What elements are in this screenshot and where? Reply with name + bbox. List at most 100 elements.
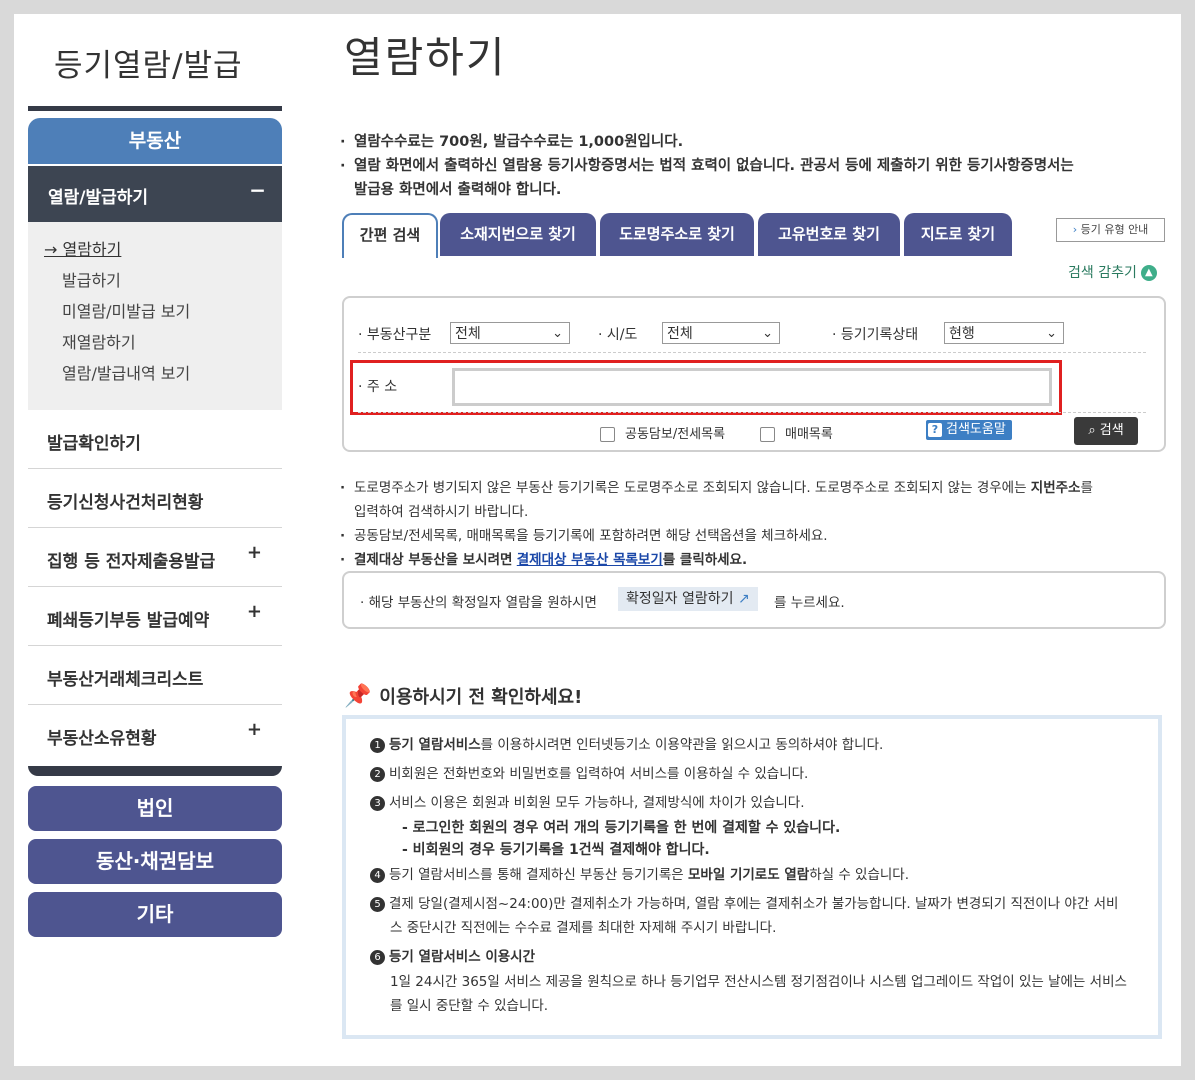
region-label: · 시/도 [598,327,638,343]
address-input[interactable] [452,368,1052,406]
divider [358,352,1146,353]
fixed-date-box: · 해당 부동산의 확정일자 열람을 원하시면 확정일자 열람하기 ↗ 를 누르… [342,571,1166,629]
sidebar-menu-label: 폐쇄등기부등 발급예약 [47,611,210,631]
property-type-select[interactable]: 전체 ⌄ [450,322,570,344]
sidebar-menu-ownership[interactable]: 부동산소유현황 + [28,705,282,763]
sale-list-checkbox[interactable]: 매매목록 [760,423,833,442]
legal-note-cont: 발급용 화면에서 출력해야 합니다. [354,182,562,198]
chevron-down-icon: ⌄ [552,326,563,341]
sidebar-bottom-bar [28,766,282,776]
sidebar-title: 등기열람/발급 [54,48,243,84]
record-status-label: · 등기기록상태 [832,327,919,343]
address-label: · 주 소 [358,379,398,395]
road-address-note-cont: 입력하여 검색하시기 바랍니다. [354,504,529,520]
info-line-5: 5 결제 당일(결제시점~24:00)만 결제취소가 가능하며, 열람 후에는 결… [370,892,1118,912]
chevron-up-icon: ▲ [1140,265,1157,281]
checkbox-icon [760,427,775,442]
sidebar-item-issue[interactable]: 발급하기 [62,267,121,291]
tab-road-address[interactable]: 도로명주소로 찾기 [600,213,754,256]
fee-note: 열람수수료는 700원, 발급수수료는 1,000원입니다. [340,130,1140,154]
number-6-icon: 6 [370,949,385,965]
info-line-2: 2 비회원은 전화번호와 비밀번호를 입력하여 서비스를 이용하실 수 있습니다. [370,762,808,782]
search-button[interactable]: ⌕ 검색 [1074,417,1138,445]
sidebar-item-history[interactable]: 열람/발급내역 보기 [62,360,190,384]
tab-map[interactable]: 지도로 찾기 [904,213,1012,256]
divider [358,412,1146,413]
sidebar-menu-label: 부동산소유현황 [47,729,157,749]
property-type-label: · 부동산구분 [358,327,432,343]
record-status-select[interactable]: 현행 ⌄ [944,322,1064,344]
sidebar-menu-electronic[interactable]: 집행 등 전자제출용발급 + [28,528,282,587]
road-address-note: 도로명주소가 병기되지 않은 부동산 등기기록은 도로명주소로 조회되지 않습니… [340,476,1150,500]
search-help-button[interactable]: ? 검색도움말 [926,420,1012,440]
number-3-icon: 3 [370,795,385,811]
sidebar-menu-label: 부동산거래체크리스트 [47,670,204,690]
sidebar-sub-list: → 열람하기 발급하기 미열람/미발급 보기 재열람하기 열람/발급내역 보기 [28,222,282,410]
sidebar-main-category[interactable]: 부동산 [28,118,282,164]
payment-note: 결제대상 부동산을 보시려면 결제대상 부동산 목록보기를 클릭하세요. [340,548,1150,572]
info-line-6a: 1일 24시간 365일 서비스 제공을 원칙으로 하나 등기업무 전산시스템 … [390,974,1127,990]
option-note: 공동담보/전세목록, 매매목록을 등기기록에 포함하려면 해당 선택옵션을 체크… [340,524,1150,548]
number-2-icon: 2 [370,766,385,782]
expand-icon[interactable]: + [247,542,262,563]
number-5-icon: 5 [370,896,385,912]
info-line-6b: 를 일시 중단할 수 있습니다. [390,998,549,1014]
magnifier-icon: ⌕ [1088,423,1096,438]
info-line-5b: 스 중단시간 직전에는 수수료 결제를 최대한 자제해 주시기 바랍니다. [390,920,777,936]
number-1-icon: 1 [370,737,385,753]
expand-icon[interactable]: + [247,601,262,622]
sidebar-menu-case-status[interactable]: 등기신청사건처리현황 [28,469,282,528]
payment-list-link[interactable]: 결제대상 부동산 목록보기 [517,552,663,568]
fee-notes: 열람수수료는 700원, 발급수수료는 1,000원입니다. 열람 화면에서 출… [340,130,1140,202]
fixed-date-tail: 를 누르세요. [774,595,845,611]
search-notes: 도로명주소가 병기되지 않은 부동산 등기기록은 도로명주소로 조회되지 않습니… [340,476,1150,572]
info-line-3a: - 로그인한 회원의 경우 여러 개의 등기기록을 한 번에 결제할 수 있습니… [402,820,841,836]
sidebar-item-review[interactable]: 재열람하기 [62,329,136,353]
other-button[interactable]: 기타 [28,892,282,937]
arrow-right-icon: › [1072,223,1078,236]
joint-collateral-checkbox[interactable]: 공동담보/전세목록 [600,423,725,442]
sidebar-menu-label: 집행 등 전자제출용발급 [47,552,216,572]
chevron-down-icon: ⌄ [1046,326,1057,341]
sidebar-menu-issue-check[interactable]: 발급확인하기 [28,410,282,469]
guide-label: 등기 유형 안내 [1080,223,1149,236]
info-line-3b: - 비회원의 경우 등기기록을 1건씩 결제해야 합니다. [402,842,710,858]
collapse-label: 검색 감추기 [1068,265,1137,281]
collapse-icon[interactable]: − [249,178,266,202]
fixed-date-text: · 해당 부동산의 확정일자 열람을 원하시면 [360,595,597,611]
pin-icon: 📌 [344,684,372,709]
sidebar-menu-label: 발급확인하기 [47,434,141,454]
registry-type-guide-button[interactable]: › 등기 유형 안내 [1056,218,1165,242]
usage-info-box: 1 등기 열람서비스를 이용하시려면 인터넷등기소 이용약관을 읽으시고 동의하셔… [342,715,1162,1039]
collapse-search-toggle[interactable]: 검색 감추기 ▲ [1068,262,1157,282]
corporation-button[interactable]: 법인 [28,786,282,831]
page: 등기열람/발급 부동산 열람/발급하기 − → 열람하기 발급하기 미열람/미발… [14,14,1181,1066]
question-icon: ? [928,423,942,437]
fixed-date-button[interactable]: 확정일자 열람하기 ↗ [618,587,758,611]
sidebar-section-label: 열람/발급하기 [48,188,149,208]
number-4-icon: 4 [370,867,385,883]
expand-icon[interactable]: + [247,719,262,740]
sidebar-menu-checklist[interactable]: 부동산거래체크리스트 [28,646,282,705]
info-line-4: 4 등기 열람서비스를 통해 결제하신 부동산 등기기록은 모바일 기기로도 열람… [370,863,909,883]
sidebar-menu-label: 등기신청사건처리현황 [47,493,204,513]
region-select[interactable]: 전체 ⌄ [662,322,780,344]
chevron-down-icon: ⌄ [762,326,773,341]
tab-lot-number[interactable]: 소재지번으로 찾기 [440,213,596,256]
search-panel: · 부동산구분 전체 ⌄ · 시/도 전체 ⌄ · 등기기록상태 현행 ⌄ · 주 소… [342,296,1166,452]
sidebar-item-view[interactable]: → 열람하기 [44,236,121,260]
sidebar-item-unviewed[interactable]: 미열람/미발급 보기 [62,298,190,322]
info-line-6: 6 등기 열람서비스 이용시간 [370,945,535,965]
tab-simple-search[interactable]: 간편 검색 [342,213,438,258]
sidebar-top-bar [28,106,282,111]
external-link-icon: ↗ [737,591,750,607]
checkbox-icon [600,427,615,442]
movable-collateral-button[interactable]: 동산·채권담보 [28,839,282,884]
sidebar-menu-closed-registry[interactable]: 폐쇄등기부등 발급예약 + [28,587,282,646]
page-title: 열람하기 [344,33,507,82]
sidebar-section-header[interactable]: 열람/발급하기 − [28,166,282,222]
info-line-1: 1 등기 열람서비스를 이용하시려면 인터넷등기소 이용약관을 읽으시고 동의하셔… [370,733,883,753]
info-line-3: 3 서비스 이용은 회원과 비회원 모두 가능하나, 결제방식에 차이가 있습니다… [370,791,805,811]
tab-unique-number[interactable]: 고유번호로 찾기 [758,213,900,256]
check-before-use-title: 📌 이용하시기 전 확인하세요! [344,684,583,709]
